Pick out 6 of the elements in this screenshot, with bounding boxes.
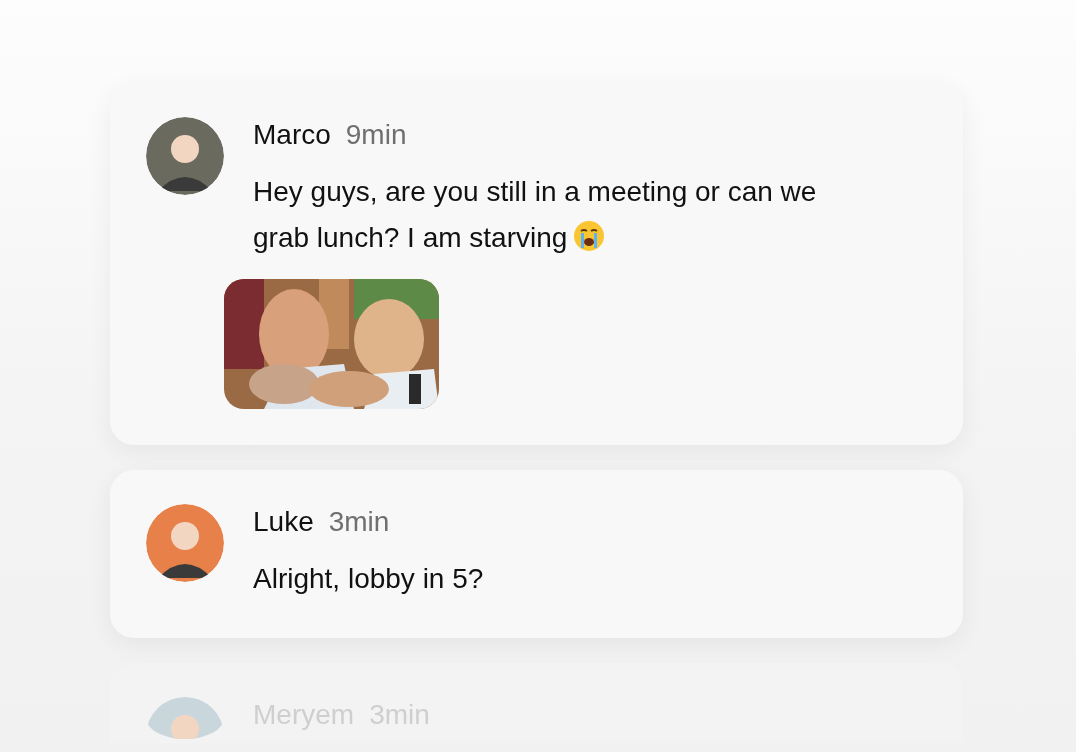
message-time: 9min: [345, 119, 407, 151]
author-name: Marco: [253, 119, 331, 151]
message-text: Alright, lobby in 5?: [253, 562, 485, 596]
message-text: Hey guys, are you still in a meeting or can we grab lunch? I am starving: [253, 175, 818, 255]
message-time: 3min: [328, 506, 390, 538]
author-name: Luke: [253, 506, 314, 538]
